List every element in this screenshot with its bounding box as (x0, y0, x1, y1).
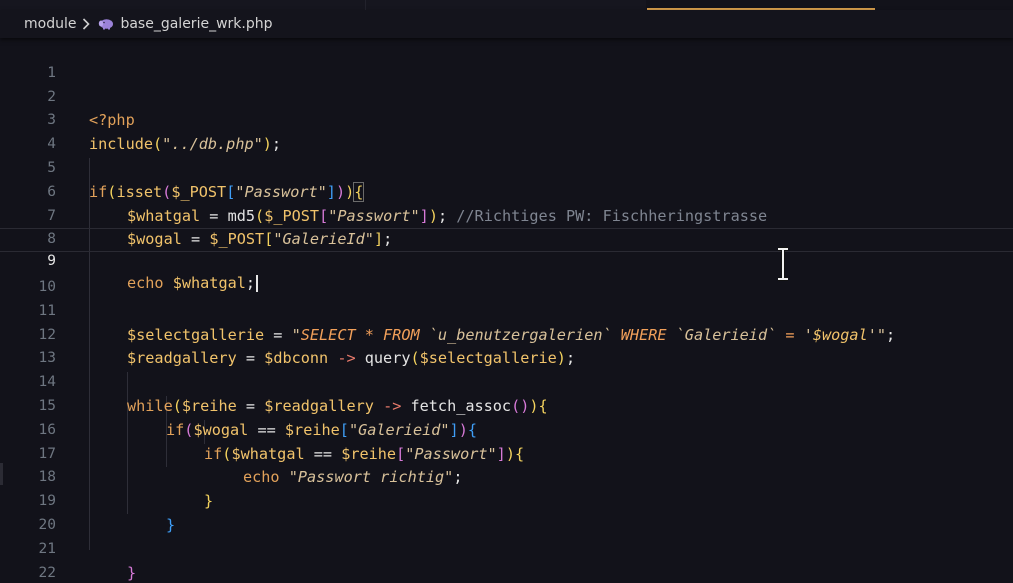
code-line-19[interactable]: 19 } (0, 466, 1013, 534)
code-line-3[interactable]: 3 include("../db.php"); (0, 86, 1013, 153)
code-line-14[interactable]: 14 while($reihe = $readgallery -> fetch_… (0, 347, 1013, 415)
code-line-7[interactable]: 7 $wogal = $_POST["GalerieId"]; (0, 181, 1013, 249)
tab-group-left[interactable] (0, 0, 366, 10)
code-line-13[interactable]: 13 (0, 324, 1013, 366)
code-line-4[interactable]: 4 (0, 109, 1013, 152)
code-editor[interactable]: 1 2 <?php 3 include("../db.php"); 4 5 if… (0, 38, 1013, 583)
code-line-12[interactable]: 12 $readgallery = $dbconn -> query($sele… (0, 300, 1013, 368)
code-line-21[interactable]: 21 } (0, 514, 1013, 582)
code-line-10[interactable]: 10 (0, 252, 1013, 295)
tab-group-middle[interactable] (366, 0, 646, 10)
code-line-2[interactable]: 2 <?php (0, 62, 1013, 130)
code-line-16[interactable]: 16 if($whatgal == $reihe["Passwort"]){ (0, 395, 1013, 463)
code-line-23[interactable]: 23 (0, 562, 1013, 583)
code-line-22[interactable]: 22 } (0, 538, 1013, 581)
code-line-11[interactable]: 11 $selectgallerie = "SELECT * FROM `u_b… (0, 276, 1013, 344)
editor-tab-bar (0, 0, 1013, 10)
ibeam-cursor-icon (778, 247, 788, 281)
code-line-15[interactable]: 15 if($wogal == $reihe["Galerieid"]){ (0, 371, 1013, 439)
code-line-17[interactable]: 17 echo "Passwort richtig"; (0, 419, 1013, 487)
code-line-1[interactable]: 1 (0, 38, 1013, 81)
breadcrumb-file[interactable]: base_galerie_wrk.php (120, 16, 272, 32)
code-line-6[interactable]: 6 $whatgal = md5($_POST["Passwort"]); //… (0, 157, 1013, 225)
chevron-right-icon (82, 18, 91, 30)
code-line-5[interactable]: 5 if(isset($_POST["Passwort"])){ (0, 133, 1013, 202)
php-elephant-icon (98, 18, 114, 30)
code-line-18[interactable]: 18 } (0, 443, 1013, 510)
code-line-20[interactable]: 20 (0, 490, 1013, 533)
breadcrumb: module base_galerie_wrk.php (0, 10, 1013, 38)
breadcrumb-folder[interactable]: module (24, 16, 76, 32)
code-line-9-current[interactable]: 9 echo $whatgal; (0, 228, 1013, 292)
code-line-8[interactable]: 8 (0, 205, 1013, 247)
